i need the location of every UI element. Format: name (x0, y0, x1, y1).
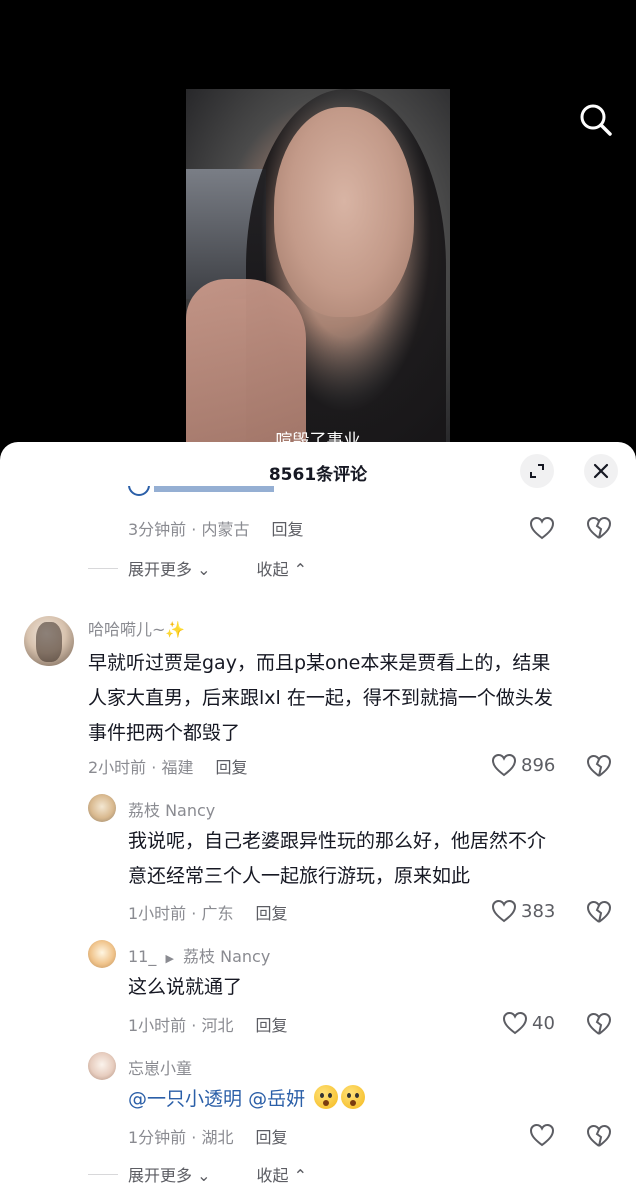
like-button[interactable] (529, 1123, 555, 1151)
video-frame[interactable]: 喧毁了事业 (186, 89, 450, 445)
video-hand (186, 279, 306, 445)
broken-heart-icon (586, 754, 612, 777)
dislike-button[interactable] (586, 1012, 612, 1040)
thread-controls: 展开更多 ⌄ 收起 ⌃ (88, 1162, 307, 1186)
broken-heart-icon (586, 1012, 612, 1035)
reply-to-username[interactable]: 荔枝 Nancy (183, 947, 270, 966)
like-count: 40 (532, 1012, 555, 1034)
reply-text: 我说呢，自己老婆跟异性玩的那么好，他居然不介 意还经常三个人一起旅行游玩，原来如… (128, 830, 547, 887)
like-count: 896 (521, 754, 556, 776)
like-count: 383 (521, 900, 556, 922)
expand-more-button[interactable]: 展开更多 ⌄ (128, 1162, 211, 1186)
heart-icon (529, 1123, 555, 1147)
chevron-up-icon: ⌃ (293, 1166, 308, 1185)
reply-username[interactable]: 荔枝 Nancy (128, 797, 215, 821)
like-button[interactable] (529, 516, 555, 544)
reply-button[interactable]: 回复 (255, 1016, 287, 1035)
flushed-emoji-icon (341, 1085, 366, 1109)
like-button[interactable]: 40 (502, 1011, 555, 1035)
comment-meta: 2小时前 · 福建 (88, 758, 194, 777)
thread-controls: 展开更多 ⌄ 收起 ⌃ (88, 556, 307, 580)
avatar[interactable] (88, 794, 116, 822)
mention-link[interactable]: @一只小透明 (128, 1088, 242, 1110)
divider (88, 1173, 118, 1175)
chevron-down-icon: ⌄ (197, 1166, 211, 1185)
comment-username[interactable]: 哈哈嗬儿~✨ (88, 616, 185, 640)
expand-more-button[interactable]: 展开更多 ⌄ (128, 556, 211, 580)
reply-arrow-icon: ▶ (165, 952, 174, 965)
collapse-button[interactable]: 收起 ⌃ (257, 556, 308, 580)
dislike-button[interactable] (586, 754, 612, 782)
partial-comment-text-fragment (128, 486, 288, 496)
reply-button[interactable]: 回复 (215, 758, 247, 777)
reply-username[interactable]: 忘崽小童 (128, 1055, 192, 1079)
like-button[interactable]: 896 (491, 753, 555, 777)
like-button[interactable]: 383 (491, 899, 555, 923)
avatar[interactable] (24, 616, 74, 666)
reply-meta: 1分钟前 · 湖北 (128, 1128, 234, 1147)
reply-meta: 1小时前 · 河北 (128, 1016, 234, 1035)
reply-button[interactable]: 回复 (255, 1128, 287, 1147)
search-icon[interactable] (576, 100, 616, 140)
divider (88, 567, 118, 569)
chevron-down-icon: ⌄ (197, 560, 211, 579)
reply-text: @一只小透明 @岳妍 (128, 1082, 366, 1117)
avatar[interactable] (88, 1052, 116, 1080)
reply-button[interactable]: 回复 (255, 904, 287, 923)
dislike-button[interactable] (586, 516, 612, 544)
comment-meta: 3分钟前 · 内蒙古 (128, 520, 250, 539)
reply-text: 这么说就通了 (128, 976, 243, 998)
heart-icon (502, 1011, 528, 1035)
video-face (274, 107, 414, 317)
dislike-button[interactable] (586, 1124, 612, 1152)
heart-icon (491, 899, 517, 923)
reply-button[interactable]: 回复 (271, 520, 303, 539)
comment-text: 早就听过贾是gay，而且p某one本来是贾看上的，结果 人家大直男，后来跟lxl… (88, 652, 553, 744)
chevron-up-icon: ⌃ (293, 560, 308, 579)
broken-heart-icon (586, 1124, 612, 1147)
collapse-button[interactable]: 收起 ⌃ (257, 1162, 308, 1186)
avatar[interactable] (88, 940, 116, 968)
heart-icon (529, 516, 555, 540)
broken-heart-icon (586, 900, 612, 923)
video-player[interactable]: 喧毁了事业 (0, 0, 636, 460)
dislike-button[interactable] (586, 900, 612, 928)
reply-username: 11_ ▶ 荔枝 Nancy (128, 947, 271, 966)
broken-heart-icon (586, 516, 612, 539)
flushed-emoji-icon (314, 1085, 339, 1109)
mention-link[interactable]: @岳妍 (248, 1088, 305, 1110)
heart-icon (491, 753, 517, 777)
comments-sheet: 8561条评论 3分钟前 · 内蒙古 回复 展开更多 ⌄ 收起 ⌃ 哈哈嗬儿~✨… (0, 442, 636, 1200)
reply-meta: 1小时前 · 广东 (128, 904, 234, 923)
